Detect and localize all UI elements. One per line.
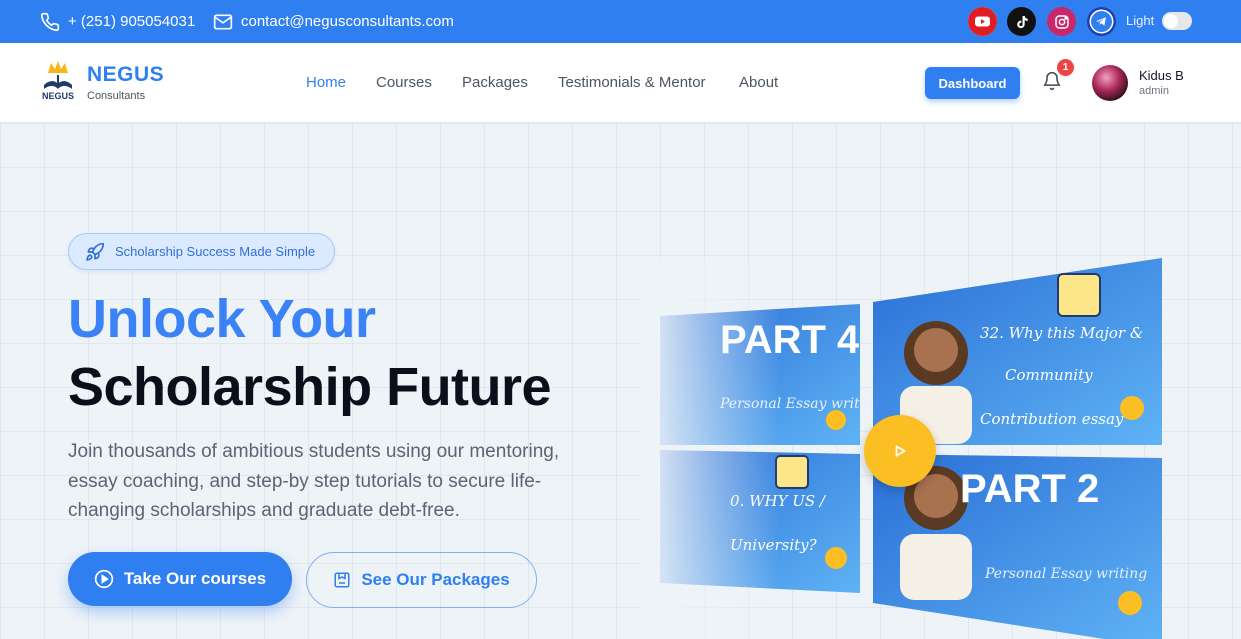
phone-contact[interactable]: + (251) 905054031: [40, 0, 195, 43]
nav-courses[interactable]: Courses: [376, 74, 432, 91]
mail-icon: [213, 14, 233, 29]
video-tile-why-major[interactable]: 32. Why this Major & Community Contribut…: [873, 258, 1162, 445]
user-avatar[interactable]: [1092, 65, 1128, 101]
email-contact[interactable]: contact@negusconsultants.com: [213, 0, 454, 43]
user-role: admin: [1139, 85, 1169, 97]
tiktok-link[interactable]: [1007, 7, 1036, 36]
tile-title: PART 2: [960, 467, 1099, 511]
theme-label: Light: [1126, 13, 1155, 28]
tiktok-icon: [1016, 15, 1028, 28]
play-circle-icon: [94, 569, 113, 589]
nav-home[interactable]: Home: [306, 74, 346, 91]
play-video-button[interactable]: [864, 415, 936, 487]
theme-toggle[interactable]: [1162, 12, 1192, 30]
nav-packages[interactable]: Packages: [462, 74, 528, 91]
tile-caption: Personal Essay writing: [984, 566, 1147, 582]
instagram-icon: [1054, 14, 1069, 29]
user-name[interactable]: Kidus B: [1139, 68, 1184, 83]
notification-badge: 1: [1057, 59, 1074, 76]
take-courses-label: Take Our courses: [123, 569, 267, 588]
nav-testimonials[interactable]: Testimonials & Mentor: [558, 74, 706, 91]
tagline-pill: Scholarship Success Made Simple: [68, 233, 335, 270]
hero-title-line2: Scholarship Future: [68, 357, 552, 417]
phone-icon: [40, 12, 60, 31]
email-address: contact@negusconsultants.com: [241, 13, 454, 30]
telegram-icon: [1089, 9, 1114, 34]
instagram-link[interactable]: [1047, 7, 1076, 36]
tagline-text: Scholarship Success Made Simple: [115, 244, 316, 259]
logo-text: NEGUS: [42, 91, 74, 101]
take-courses-button[interactable]: Take Our courses: [68, 552, 292, 606]
telegram-link[interactable]: [1087, 7, 1116, 36]
hero-title-line1: Unlock Your: [68, 289, 376, 349]
youtube-icon: [968, 7, 997, 36]
main-navigation: NEGUS NEGUS Consultants Home Courses Pac…: [0, 43, 1241, 123]
rocket-icon: [86, 242, 105, 261]
top-contact-bar: + (251) 905054031 contact@negusconsultan…: [0, 0, 1241, 43]
hero-description: Join thousands of ambitious students usi…: [68, 441, 560, 521]
phone-number: + (251) 905054031: [68, 13, 196, 30]
brand-name[interactable]: NEGUS: [87, 63, 164, 87]
negus-logo[interactable]: NEGUS: [38, 59, 78, 107]
see-packages-button[interactable]: See Our Packages: [306, 552, 537, 608]
brand-subtitle: Consultants: [87, 90, 146, 102]
youtube-link[interactable]: [968, 7, 997, 36]
package-icon: [334, 572, 350, 588]
hero-section: Scholarship Success Made Simple Unlock Y…: [0, 123, 1241, 639]
see-packages-label: See Our Packages: [361, 570, 510, 589]
play-icon: [895, 445, 906, 457]
nav-about[interactable]: About: [739, 74, 778, 91]
dashboard-button[interactable]: Dashboard: [925, 67, 1020, 99]
